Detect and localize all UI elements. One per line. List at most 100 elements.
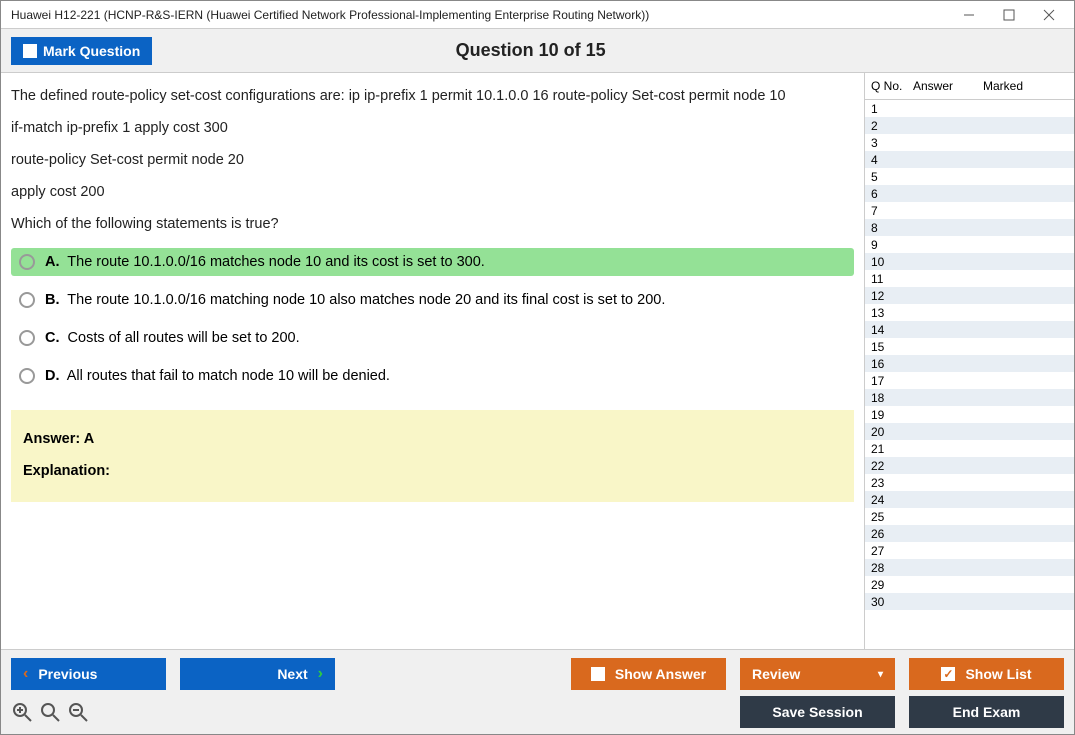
zoom-out-button[interactable] [67, 701, 89, 723]
footer-row-1: ‹ Previous Next › Show Answer Review ▾ S… [11, 658, 1064, 690]
question-row[interactable]: 8 [865, 219, 1074, 236]
option-d[interactable]: D. All routes that fail to match node 10… [11, 362, 854, 390]
titlebar: Huawei H12-221 (HCNP-R&S-IERN (Huawei Ce… [1, 1, 1074, 29]
question-number: 8 [867, 221, 905, 235]
question-row[interactable]: 7 [865, 202, 1074, 219]
question-row[interactable]: 1 [865, 100, 1074, 117]
question-counter: Question 10 of 15 [152, 40, 909, 61]
question-text: The defined route-policy set-cost config… [11, 81, 854, 240]
body: The defined route-policy set-cost config… [1, 73, 1074, 649]
question-row[interactable]: 28 [865, 559, 1074, 576]
question-row[interactable]: 13 [865, 304, 1074, 321]
review-button[interactable]: Review ▾ [740, 658, 895, 690]
question-row[interactable]: 9 [865, 236, 1074, 253]
question-row[interactable]: 17 [865, 372, 1074, 389]
question-number: 18 [867, 391, 905, 405]
question-row[interactable]: 22 [865, 457, 1074, 474]
window-controls [950, 3, 1068, 27]
mark-checkbox-icon [23, 44, 37, 58]
question-number: 26 [867, 527, 905, 541]
maximize-button[interactable] [990, 3, 1028, 27]
question-row[interactable]: 29 [865, 576, 1074, 593]
zoom-reset-button[interactable] [11, 701, 33, 723]
option-c[interactable]: C. Costs of all routes will be set to 20… [11, 324, 854, 352]
question-number: 20 [867, 425, 905, 439]
question-number: 1 [867, 102, 905, 116]
side-header: Q No. Answer Marked [865, 73, 1074, 100]
question-row[interactable]: 12 [865, 287, 1074, 304]
question-number: 9 [867, 238, 905, 252]
question-number: 10 [867, 255, 905, 269]
end-exam-button[interactable]: End Exam [909, 696, 1064, 728]
question-row[interactable]: 25 [865, 508, 1074, 525]
question-row[interactable]: 3 [865, 134, 1074, 151]
question-number: 4 [867, 153, 905, 167]
chevron-left-icon: ‹ [23, 665, 28, 683]
previous-button[interactable]: ‹ Previous [11, 658, 166, 690]
question-line: apply cost 200 [11, 177, 854, 209]
zoom-controls [11, 701, 89, 723]
question-number: 2 [867, 119, 905, 133]
previous-label: Previous [38, 666, 97, 682]
answer-box: Answer: A Explanation: [11, 410, 854, 502]
show-list-button[interactable]: Show List [909, 658, 1064, 690]
question-row[interactable]: 21 [865, 440, 1074, 457]
question-row[interactable]: 15 [865, 338, 1074, 355]
question-line: if-match ip-prefix 1 apply cost 300 [11, 113, 854, 145]
option-b[interactable]: B. The route 10.1.0.0/16 matching node 1… [11, 286, 854, 314]
minimize-icon [963, 9, 975, 21]
save-session-button[interactable]: Save Session [740, 696, 895, 728]
question-row[interactable]: 16 [865, 355, 1074, 372]
question-number: 19 [867, 408, 905, 422]
radio-icon [19, 330, 35, 346]
question-row[interactable]: 14 [865, 321, 1074, 338]
option-a[interactable]: A. The route 10.1.0.0/16 matches node 10… [11, 248, 854, 276]
maximize-icon [1003, 9, 1015, 21]
question-number: 30 [867, 595, 905, 609]
question-row[interactable]: 4 [865, 151, 1074, 168]
question-row[interactable]: 24 [865, 491, 1074, 508]
question-row[interactable]: 26 [865, 525, 1074, 542]
question-row[interactable]: 30 [865, 593, 1074, 610]
question-number: 25 [867, 510, 905, 524]
show-answer-button[interactable]: Show Answer [571, 658, 726, 690]
option-text: A. The route 10.1.0.0/16 matches node 10… [45, 254, 485, 270]
question-number: 6 [867, 187, 905, 201]
question-number: 7 [867, 204, 905, 218]
question-number: 16 [867, 357, 905, 371]
options: A. The route 10.1.0.0/16 matches node 10… [11, 248, 854, 400]
question-number: 22 [867, 459, 905, 473]
radio-icon [19, 292, 35, 308]
show-answer-label: Show Answer [615, 666, 706, 682]
question-row[interactable]: 5 [865, 168, 1074, 185]
question-panel: The defined route-policy set-cost config… [1, 73, 864, 649]
question-row[interactable]: 11 [865, 270, 1074, 287]
question-row[interactable]: 10 [865, 253, 1074, 270]
question-number: 23 [867, 476, 905, 490]
zoom-reset-icon [11, 701, 33, 723]
mark-question-button[interactable]: Mark Question [11, 37, 152, 65]
col-marked: Marked [979, 77, 1072, 95]
question-number: 11 [867, 272, 905, 286]
show-list-label: Show List [965, 666, 1031, 682]
zoom-in-button[interactable] [39, 701, 61, 723]
col-qno: Q No. [867, 77, 909, 95]
question-number: 29 [867, 578, 905, 592]
question-number: 28 [867, 561, 905, 575]
question-row[interactable]: 27 [865, 542, 1074, 559]
question-row[interactable]: 2 [865, 117, 1074, 134]
question-row[interactable]: 23 [865, 474, 1074, 491]
question-row[interactable]: 20 [865, 423, 1074, 440]
save-session-label: Save Session [772, 704, 862, 720]
question-row[interactable]: 18 [865, 389, 1074, 406]
question-number: 21 [867, 442, 905, 456]
question-row[interactable]: 6 [865, 185, 1074, 202]
option-text: B. The route 10.1.0.0/16 matching node 1… [45, 292, 665, 308]
question-list[interactable]: 1234567891011121314151617181920212223242… [865, 100, 1074, 649]
close-button[interactable] [1030, 3, 1068, 27]
question-number: 27 [867, 544, 905, 558]
minimize-button[interactable] [950, 3, 988, 27]
question-row[interactable]: 19 [865, 406, 1074, 423]
answer-label: Answer: A [23, 424, 842, 456]
next-button[interactable]: Next › [180, 658, 335, 690]
